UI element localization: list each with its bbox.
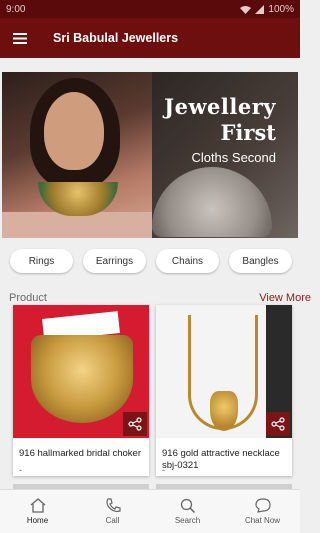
section-title: Product: [9, 292, 47, 304]
category-chips: Rings Earrings Chains Bangles: [10, 249, 300, 275]
banner-subheadline: Cloths Second: [191, 150, 276, 165]
banner-headline-2: First: [220, 120, 276, 145]
battery-label: 100%: [268, 3, 294, 15]
search-icon: [180, 498, 195, 513]
home-icon: [30, 498, 45, 513]
product-name: 916 hallmarked bridal choker: [19, 448, 141, 459]
nav-chat-label: Chat Now: [244, 516, 281, 525]
status-time: 9:00: [6, 3, 26, 15]
view-more-link[interactable]: View More: [259, 292, 311, 304]
nav-home-label: Home: [26, 516, 49, 525]
category-chip-rings[interactable]: Rings: [10, 249, 73, 273]
share-button[interactable]: [123, 412, 147, 436]
product-name: 916 gold attractive necklace sbj-0321: [162, 448, 280, 471]
chat-icon: [254, 498, 271, 513]
share-button[interactable]: [266, 412, 290, 436]
nav-home[interactable]: Home: [0, 490, 75, 533]
share-icon: [271, 417, 285, 431]
app-title: Sri Babulal Jewellers: [53, 31, 179, 45]
promo-banner[interactable]: Jewellery First Cloths Second: [2, 72, 298, 238]
bottom-nav: Home Call Search Chat Now: [0, 489, 300, 533]
nav-search[interactable]: Search: [150, 490, 225, 533]
nav-search-label: Search: [174, 516, 201, 525]
nav-chat[interactable]: Chat Now: [225, 490, 300, 533]
nav-call[interactable]: Call: [75, 490, 150, 533]
product-card[interactable]: 916 hallmarked bridal choker -: [13, 305, 149, 476]
product-jewellery: [31, 335, 133, 423]
banner-headline-1: Jewellery: [164, 94, 276, 119]
category-chip-bangles[interactable]: Bangles: [229, 249, 292, 273]
wifi-icon: [240, 5, 252, 14]
hamburger-icon: [13, 32, 27, 44]
phone-icon: [105, 498, 121, 513]
share-icon: [128, 417, 142, 431]
status-bar: 9:00 100%: [0, 0, 300, 18]
banner-model-face: [44, 92, 104, 170]
product-price: -: [162, 465, 165, 475]
product-pendant: [210, 391, 238, 431]
category-chip-chains[interactable]: Chains: [156, 249, 219, 273]
category-chip-earrings[interactable]: Earrings: [83, 249, 146, 273]
product-price: -: [19, 465, 22, 475]
nav-call-label: Call: [105, 516, 120, 525]
product-card[interactable]: 916 gold attractive necklace sbj-0321 -: [156, 305, 292, 476]
status-icons: 100%: [240, 4, 294, 15]
signal-icon: [255, 4, 265, 14]
app-bar: Sri Babulal Jewellers: [0, 18, 300, 58]
menu-button[interactable]: [0, 18, 40, 58]
banner-necklace: [38, 182, 118, 216]
banner-model-area: [2, 72, 152, 238]
